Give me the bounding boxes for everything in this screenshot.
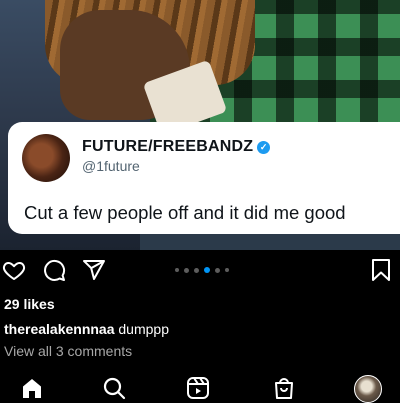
tweet-card: FUTURE/FREEBANDZ ✓ @1future Cut a few peo… bbox=[8, 122, 400, 234]
bottom-nav bbox=[0, 372, 400, 403]
send-icon[interactable] bbox=[82, 258, 106, 282]
caption-username[interactable]: therealakennnaa bbox=[4, 321, 115, 337]
tweet-avatar bbox=[22, 134, 70, 182]
home-icon[interactable] bbox=[20, 376, 44, 400]
carousel-dot bbox=[175, 268, 179, 272]
profile-avatar[interactable] bbox=[354, 375, 382, 403]
carousel-indicator bbox=[175, 267, 229, 273]
caption-text: dumppp bbox=[118, 321, 169, 337]
search-icon[interactable] bbox=[102, 376, 126, 400]
carousel-dot bbox=[215, 267, 220, 273]
heart-icon[interactable] bbox=[2, 258, 26, 282]
likes-count[interactable]: 29 likes bbox=[4, 296, 55, 312]
carousel-dot bbox=[225, 268, 229, 272]
reels-icon[interactable] bbox=[186, 376, 210, 400]
carousel-dot-active bbox=[204, 267, 210, 273]
post-caption: therealakennnaa dumppp bbox=[4, 321, 169, 337]
tweet-text: Cut a few people off and it did me good bbox=[24, 202, 346, 223]
carousel-dot bbox=[194, 267, 199, 273]
bookmark-icon[interactable] bbox=[370, 258, 392, 282]
carousel-dot bbox=[184, 267, 189, 273]
tweet-handle: @1future bbox=[82, 158, 140, 174]
view-comments-link[interactable]: View all 3 comments bbox=[4, 343, 132, 359]
tweet-display-name: FUTURE/FREEBANDZ ✓ bbox=[82, 138, 271, 156]
comment-icon[interactable] bbox=[42, 258, 66, 282]
verified-badge-icon: ✓ bbox=[257, 141, 271, 154]
shop-icon[interactable] bbox=[272, 376, 296, 400]
